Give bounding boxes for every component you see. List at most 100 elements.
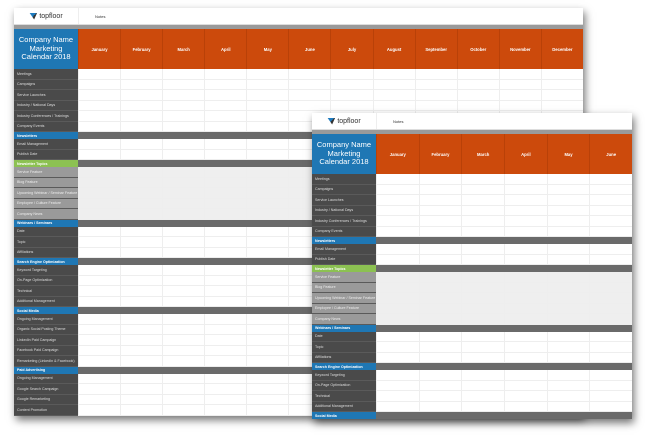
calendar-cell[interactable]: [162, 265, 205, 276]
calendar-cell[interactable]: [546, 391, 590, 402]
calendar-cell[interactable]: [78, 90, 121, 101]
calendar-cell[interactable]: [78, 177, 121, 188]
calendar-cell[interactable]: [414, 79, 457, 90]
calendar-cell[interactable]: [120, 121, 163, 132]
calendar-cell[interactable]: [376, 293, 419, 304]
calendar-cell[interactable]: [418, 254, 462, 265]
calendar-cell[interactable]: [589, 370, 633, 381]
calendar-cell[interactable]: [78, 405, 121, 416]
calendar-cell[interactable]: [162, 373, 205, 384]
calendar-cell[interactable]: [589, 342, 633, 353]
calendar-cell[interactable]: [78, 188, 121, 199]
calendar-cell[interactable]: [418, 303, 462, 314]
calendar-cell[interactable]: [461, 293, 505, 304]
calendar-cell[interactable]: [376, 303, 419, 314]
calendar-cell[interactable]: [376, 205, 419, 216]
calendar-cell[interactable]: [330, 90, 373, 101]
calendar-cell[interactable]: [246, 356, 289, 367]
calendar-cell[interactable]: [461, 331, 505, 342]
calendar-cell[interactable]: [504, 314, 547, 325]
calendar-cell[interactable]: [78, 139, 121, 150]
calendar-cell[interactable]: [540, 79, 583, 90]
calendar-cell[interactable]: [418, 174, 462, 185]
calendar-cell[interactable]: [78, 356, 121, 367]
calendar-cell[interactable]: [461, 401, 505, 412]
calendar-cell[interactable]: [162, 296, 205, 307]
calendar-cell[interactable]: [589, 184, 633, 195]
calendar-cell[interactable]: [418, 314, 462, 325]
calendar-cell[interactable]: [120, 226, 163, 237]
calendar-cell[interactable]: [204, 373, 247, 384]
calendar-cell[interactable]: [120, 209, 163, 220]
calendar-cell[interactable]: [120, 275, 163, 286]
calendar-cell[interactable]: [376, 226, 419, 237]
calendar-cell[interactable]: [288, 69, 331, 80]
calendar-cell[interactable]: [376, 391, 419, 402]
calendar-cell[interactable]: [589, 195, 633, 206]
calendar-cell[interactable]: [589, 303, 633, 314]
calendar-cell[interactable]: [246, 237, 289, 248]
calendar-cell[interactable]: [376, 282, 419, 293]
calendar-cell[interactable]: [546, 331, 590, 342]
calendar-cell[interactable]: [461, 216, 505, 227]
calendar-cell[interactable]: [504, 342, 547, 353]
calendar-cell[interactable]: [418, 352, 462, 363]
calendar-cell[interactable]: [120, 90, 163, 101]
calendar-cell[interactable]: [246, 111, 289, 122]
calendar-cell[interactable]: [78, 167, 121, 178]
calendar-cell[interactable]: [504, 391, 547, 402]
calendar-cell[interactable]: [461, 184, 505, 195]
calendar-cell[interactable]: [418, 331, 462, 342]
calendar-cell[interactable]: [504, 272, 547, 283]
calendar-cell[interactable]: [504, 293, 547, 304]
calendar-cell[interactable]: [498, 69, 541, 80]
calendar-cell[interactable]: [418, 184, 462, 195]
calendar-cell[interactable]: [204, 265, 247, 276]
calendar-cell[interactable]: [120, 79, 163, 90]
calendar-cell[interactable]: [461, 282, 505, 293]
calendar-cell[interactable]: [461, 391, 505, 402]
calendar-cell[interactable]: [372, 79, 415, 90]
calendar-cell[interactable]: [120, 324, 163, 335]
calendar-cell[interactable]: [204, 314, 247, 325]
calendar-cell[interactable]: [120, 384, 163, 395]
calendar-cell[interactable]: [120, 356, 163, 367]
calendar-cell[interactable]: [418, 282, 462, 293]
calendar-cell[interactable]: [546, 244, 590, 255]
calendar-cell[interactable]: [461, 303, 505, 314]
calendar-cell[interactable]: [246, 384, 289, 395]
calendar-cell[interactable]: [246, 90, 289, 101]
calendar-cell[interactable]: [204, 79, 247, 90]
calendar-cell[interactable]: [504, 174, 547, 185]
calendar-cell[interactable]: [204, 167, 247, 178]
calendar-cell[interactable]: [162, 335, 205, 346]
calendar-cell[interactable]: [246, 314, 289, 325]
calendar-cell[interactable]: [204, 69, 247, 80]
calendar-cell[interactable]: [162, 247, 205, 258]
calendar-cell[interactable]: [589, 391, 633, 402]
calendar-cell[interactable]: [589, 226, 633, 237]
calendar-cell[interactable]: [162, 405, 205, 416]
calendar-cell[interactable]: [78, 324, 121, 335]
calendar-cell[interactable]: [204, 90, 247, 101]
calendar-cell[interactable]: [204, 139, 247, 150]
calendar-cell[interactable]: [461, 195, 505, 206]
calendar-cell[interactable]: [418, 370, 462, 381]
calendar-cell[interactable]: [546, 380, 590, 391]
calendar-cell[interactable]: [504, 370, 547, 381]
calendar-cell[interactable]: [589, 282, 633, 293]
calendar-cell[interactable]: [120, 373, 163, 384]
calendar-cell[interactable]: [376, 184, 419, 195]
calendar-cell[interactable]: [78, 237, 121, 248]
calendar-cell[interactable]: [546, 352, 590, 363]
calendar-cell[interactable]: [504, 352, 547, 363]
calendar-cell[interactable]: [120, 237, 163, 248]
calendar-cell[interactable]: [418, 380, 462, 391]
calendar-cell[interactable]: [504, 184, 547, 195]
calendar-cell[interactable]: [204, 237, 247, 248]
calendar-cell[interactable]: [204, 356, 247, 367]
calendar-cell[interactable]: [120, 100, 163, 111]
calendar-cell[interactable]: [418, 272, 462, 283]
calendar-cell[interactable]: [376, 254, 419, 265]
calendar-cell[interactable]: [162, 139, 205, 150]
